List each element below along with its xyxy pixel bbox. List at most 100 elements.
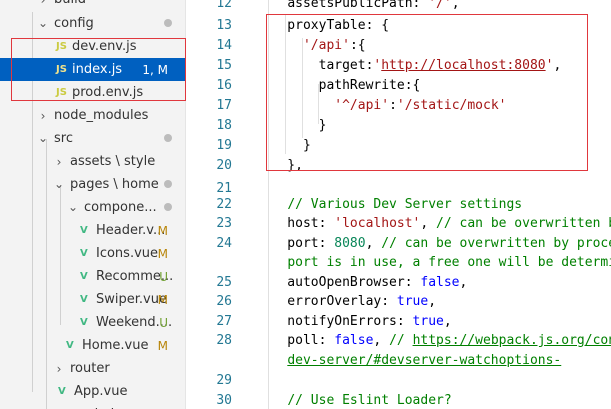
- line-number: 28: [216, 333, 232, 348]
- highlight-box-proxytable: [266, 14, 588, 171]
- line-number: 23: [216, 216, 232, 231]
- line-number: 12: [216, 0, 232, 11]
- file-item[interactable]: V Header.v... M: [0, 219, 185, 242]
- line-number: 17: [216, 98, 232, 113]
- code-token: true: [396, 294, 429, 309]
- modified-dot-icon: [164, 203, 172, 211]
- code-line: assetsPublicPath: '/',: [256, 0, 460, 11]
- file-item[interactable]: V Home.vue M: [0, 334, 185, 357]
- code-line: notifyOnErrors: true,: [256, 314, 452, 329]
- item-label: build: [54, 0, 86, 7]
- chevron-down-icon: ⌄: [54, 176, 65, 191]
- code-token: autoOpenBrowser:: [256, 275, 421, 290]
- git-status-badge: U: [159, 269, 168, 284]
- file-item[interactable]: V App.vue: [0, 380, 185, 403]
- line-number: 14: [216, 38, 232, 53]
- file-item[interactable]: V Recomme... U: [0, 265, 185, 288]
- chevron-right-icon: ›: [38, 0, 48, 7]
- file-item[interactable]: V Swiper.vue M: [0, 288, 185, 311]
- line-number: 20: [216, 158, 232, 173]
- code-token: poll:: [256, 333, 335, 348]
- item-label: pages \ home: [70, 177, 159, 192]
- folder-item[interactable]: › node_modules: [0, 104, 185, 127]
- code-token: https://webpack.js.org/configuration/: [412, 333, 611, 348]
- line-number: 13: [216, 18, 232, 33]
- vue-file-icon: V: [80, 248, 88, 259]
- line-number: 21: [216, 181, 232, 196]
- file-item[interactable]: JSmain.js: [0, 403, 185, 409]
- folder-item[interactable]: › build: [0, 0, 185, 11]
- code-token: // can be overwritten by process.env.POR…: [381, 236, 611, 251]
- line-number: 19: [216, 138, 232, 153]
- code-token: ,: [428, 294, 437, 309]
- item-label: Home.vue: [82, 338, 149, 353]
- item-label: assets \ style: [70, 154, 156, 169]
- code-line: port is in use, a free one will be deter…: [256, 255, 611, 270]
- line-number: 24: [216, 236, 232, 251]
- code-token: // Use Eslint Loader?: [287, 393, 452, 408]
- code-token: ,: [365, 236, 382, 251]
- folder-item[interactable]: ⌄ pages \ home: [0, 173, 185, 196]
- vue-file-icon: V: [58, 386, 66, 397]
- item-label: App.vue: [74, 384, 128, 399]
- folder-item[interactable]: ⌄ config: [0, 12, 185, 35]
- file-item[interactable]: V Icons.vue M: [0, 242, 185, 265]
- item-label: Swiper.vue: [96, 292, 167, 307]
- line-number: 25: [216, 275, 232, 290]
- modified-dot-icon: [164, 19, 172, 27]
- code-token: port is in use, a free one will be deter…: [287, 255, 611, 270]
- item-label: Icons.vue: [96, 246, 159, 261]
- code-token: false: [334, 333, 374, 348]
- git-status-badge: M: [157, 246, 168, 261]
- code-token: ,: [373, 333, 390, 348]
- chevron-down-icon: ⌄: [38, 130, 49, 145]
- item-label: compone...: [84, 200, 157, 215]
- modified-dot-icon: [164, 180, 172, 188]
- item-label: src: [54, 131, 73, 146]
- folder-item[interactable]: › assets \ style: [0, 150, 185, 173]
- code-token: ,: [420, 216, 437, 231]
- folder-item[interactable]: ⌄ compone...: [0, 196, 185, 219]
- code-line: // Use Eslint Loader?: [256, 393, 452, 408]
- code-line: poll: false, // https://webpack.js.org/c…: [256, 333, 611, 348]
- code-token: host:: [256, 216, 335, 231]
- line-number: 26: [216, 294, 232, 309]
- code-token: 'localhost': [334, 216, 421, 231]
- code-token: '/': [428, 0, 452, 11]
- code-line: dev-server/#devserver-watchoptions-: [256, 353, 561, 368]
- highlight-box-config-files: [11, 38, 186, 101]
- vue-file-icon: V: [80, 294, 88, 305]
- code-token: // Various Dev Server settings: [287, 197, 523, 212]
- vue-file-icon: V: [80, 225, 88, 236]
- item-label: node_modules: [54, 108, 149, 123]
- item-label: router: [70, 361, 110, 376]
- code-token: :: [412, 0, 429, 11]
- code-token: assetsPublicPath: [287, 0, 413, 11]
- code-token: //: [389, 333, 413, 348]
- line-number: 15: [216, 58, 232, 73]
- folder-item[interactable]: ⌄ src: [0, 127, 185, 150]
- code-token: port:: [256, 236, 335, 251]
- code-token: 8080: [334, 236, 366, 251]
- code-line: // Various Dev Server settings: [256, 197, 522, 212]
- folder-item[interactable]: › router: [0, 357, 185, 380]
- item-label: config: [54, 16, 94, 31]
- line-number: 18: [216, 118, 232, 133]
- code-token: false: [420, 275, 460, 290]
- line-number: 30: [216, 393, 232, 408]
- code-line: autoOpenBrowser: false,: [256, 275, 467, 290]
- code-line: host: 'localhost', // can be overwritten…: [256, 216, 611, 231]
- code-token: ,: [451, 0, 460, 11]
- code-line: port: 8080, // can be overwritten by pro…: [256, 236, 611, 251]
- file-item[interactable]: V Weekend.... U: [0, 311, 185, 334]
- chevron-right-icon: ›: [56, 361, 62, 376]
- code-token: true: [412, 314, 444, 329]
- code-token: ,: [443, 314, 452, 329]
- git-status-badge: U: [159, 315, 168, 330]
- git-status-badge: M: [157, 223, 168, 238]
